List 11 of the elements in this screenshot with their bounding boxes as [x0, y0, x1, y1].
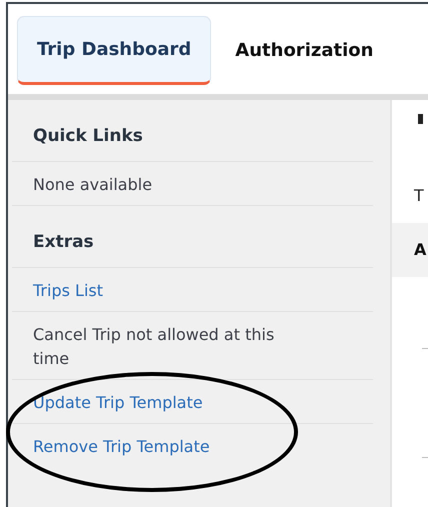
sidebar-link[interactable]: Update Trip Template — [33, 393, 203, 412]
section-header: A — [392, 223, 428, 277]
tab[interactable]: Trip Dashboard — [17, 16, 212, 85]
sidebar-text: None available — [33, 174, 152, 196]
sidebar-text: Cancel Trip not allowed at this time — [33, 324, 276, 370]
sidebar-link[interactable]: Trips List — [33, 281, 103, 300]
section-title: Extras — [33, 232, 94, 252]
sidebar-link[interactable]: Remove Trip Template — [33, 437, 210, 456]
section-title: Quick Links — [33, 126, 143, 146]
tab[interactable]: Authorization — [215, 16, 394, 85]
content-label: T — [414, 186, 425, 205]
